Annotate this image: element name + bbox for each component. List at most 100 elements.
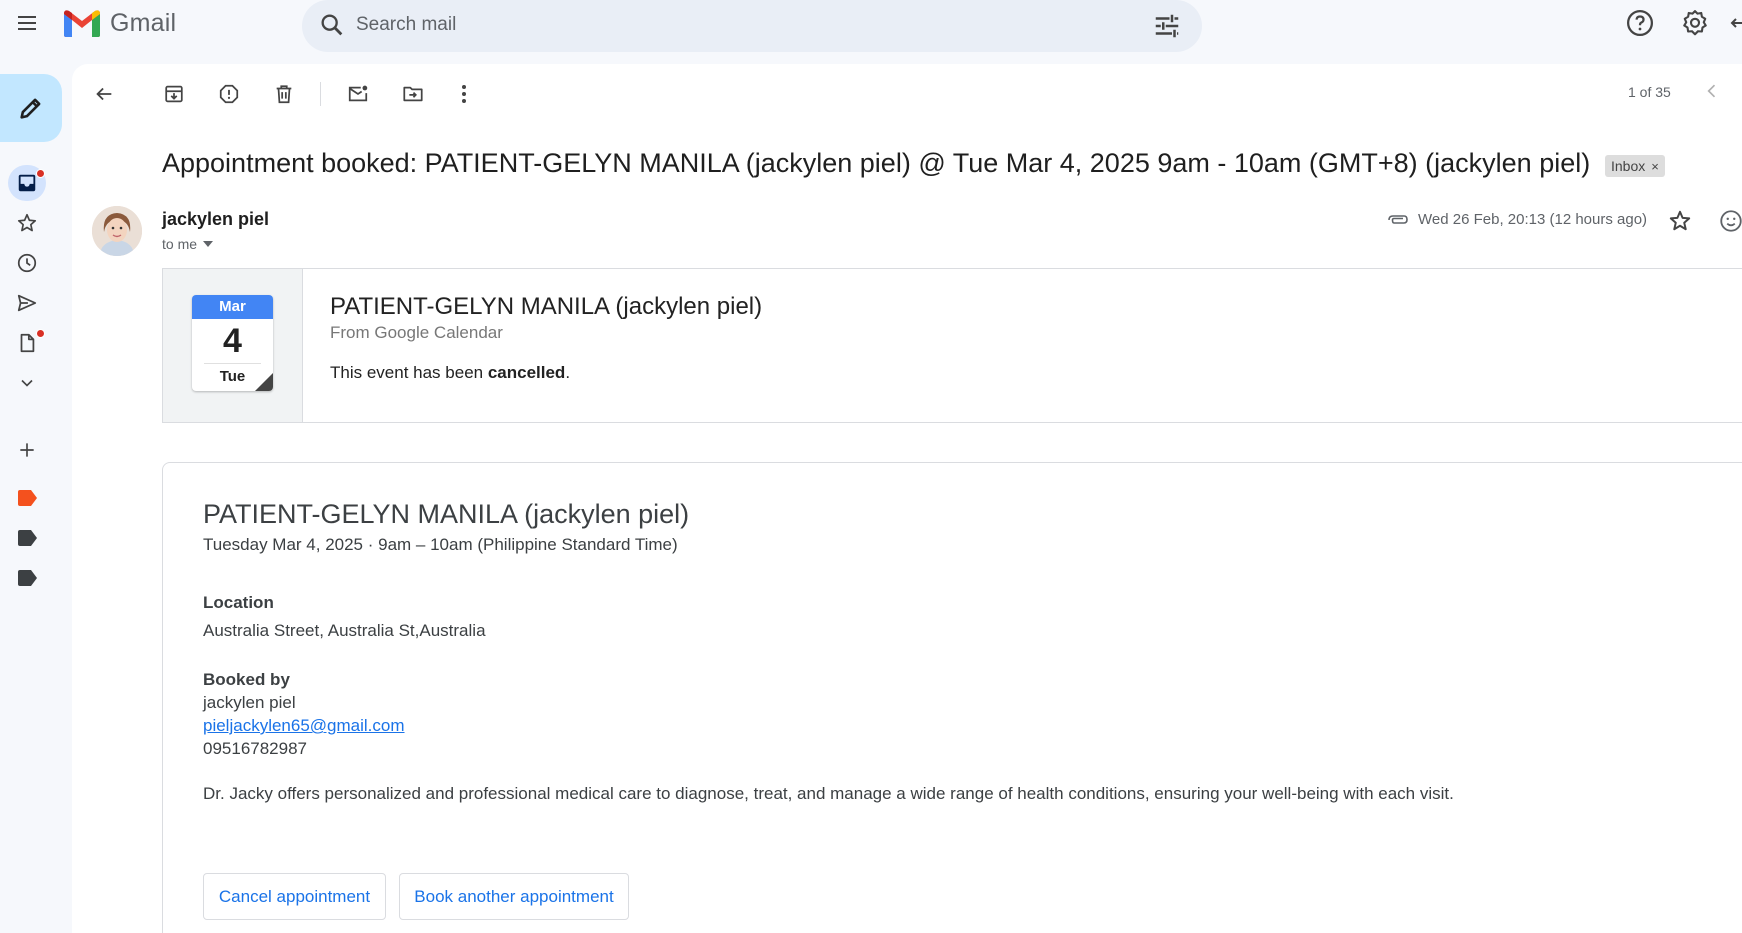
notification-dot (36, 169, 45, 178)
search-input[interactable] (356, 10, 1116, 40)
attachment-icon (1388, 215, 1408, 224)
send-icon (17, 294, 37, 312)
back-button[interactable] (88, 78, 120, 110)
calendar-month: Mar (192, 295, 273, 319)
left-navigation (0, 64, 72, 933)
app-name: Gmail (110, 8, 177, 37)
archive-icon (165, 85, 183, 103)
more-vert-icon (462, 85, 466, 103)
calendar-source: From Google Calendar (330, 323, 503, 342)
mark-unread-button[interactable] (342, 78, 374, 110)
settings-icon (1683, 10, 1707, 36)
sender-avatar[interactable] (92, 206, 142, 256)
calendar-status-message: This event has been cancelled. (330, 363, 570, 383)
cancel-appointment-button[interactable]: Cancel appointment (203, 873, 386, 920)
gmail-logo[interactable]: Gmail (62, 6, 176, 40)
mark-unread-icon (348, 85, 368, 102)
pencil-icon (20, 98, 41, 119)
nav-label-1[interactable] (8, 480, 46, 516)
pager-count: 1 of 35 (1628, 84, 1671, 100)
inbox-icon (18, 174, 36, 192)
message-toolbar: 1 of 35 (72, 64, 1742, 122)
chevron-down-icon (21, 379, 33, 387)
remove-label-button[interactable]: × (1651, 159, 1659, 174)
compose-button[interactable] (0, 74, 62, 142)
star-email-button[interactable] (1667, 208, 1693, 234)
service-description: Dr. Jacky offers personalized and profes… (203, 784, 1454, 803)
nav-sent[interactable] (8, 285, 46, 321)
label-chip-inbox: Inbox × (1605, 155, 1665, 177)
create-label-button[interactable] (8, 432, 46, 468)
nav-label-3[interactable] (8, 560, 46, 596)
move-to-button[interactable] (397, 78, 429, 110)
recipient-text: to me (162, 236, 198, 252)
apps-partial[interactable] (1728, 12, 1742, 34)
book-another-appointment-button[interactable]: Book another appointment (399, 873, 629, 920)
draft-icon (20, 333, 35, 353)
calendar-event-card: Mar 4 Tue PATIENT-GELYN MANILA (jackylen… (162, 268, 1742, 423)
plus-icon (20, 443, 34, 457)
nav-label-2[interactable] (8, 520, 46, 556)
calendar-date-panel: Mar 4 Tue (163, 269, 303, 422)
emoji-icon (1720, 210, 1742, 232)
appointment-time: Tuesday Mar 4, 2025 · 9am – 10am (Philip… (203, 535, 678, 554)
top-bar: Gmail (0, 0, 1742, 64)
settings-button[interactable] (1680, 8, 1710, 38)
booked-by-phone: 09516782987 (203, 739, 308, 758)
support-button[interactable] (1625, 8, 1655, 38)
report-spam-icon (219, 84, 239, 104)
toolbar-divider (320, 82, 321, 106)
main-menu-button[interactable] (11, 7, 43, 39)
location-label: Location (203, 593, 274, 612)
search-icon (321, 14, 343, 36)
star-icon (17, 213, 37, 232)
email-date: Wed 26 Feb, 20:13 (12 hours ago) (1418, 211, 1648, 228)
label-icon (18, 570, 37, 586)
star-icon (1669, 210, 1691, 231)
gmail-logo-icon (64, 10, 100, 37)
email-subject: Appointment booked: PATIENT-GELYN MANILA… (162, 148, 1591, 178)
report-spam-button[interactable] (213, 78, 245, 110)
add-reaction-button[interactable] (1718, 208, 1742, 234)
recipient-details[interactable]: to me (162, 236, 214, 252)
appointment-title: PATIENT-GELYN MANILA (jackylen piel) (203, 499, 690, 529)
status-prefix: This event has been (330, 363, 488, 382)
nav-drafts[interactable] (8, 325, 46, 361)
appointment-details-card: PATIENT-GELYN MANILA (jackylen piel) Tue… (162, 462, 1742, 933)
caret-down-icon (203, 241, 214, 247)
booked-by-name: jackylen piel (203, 693, 296, 712)
nav-starred[interactable] (8, 205, 46, 241)
booked-by-label: Booked by (203, 670, 290, 689)
status-word: cancelled (487, 363, 566, 382)
avatar-photo-icon (92, 206, 142, 256)
calendar-page-fold (255, 373, 273, 391)
move-to-icon (403, 86, 423, 102)
tune-icon (1155, 14, 1179, 38)
label-icon (18, 530, 37, 546)
nav-inbox[interactable] (8, 165, 46, 201)
nav-more[interactable] (8, 365, 46, 401)
message-panel: 1 of 35 Appointment booked: PATIENT-GELY… (72, 64, 1742, 933)
newer-button[interactable] (1702, 80, 1722, 102)
search-bar (302, 0, 1202, 52)
nav-snoozed[interactable] (8, 245, 46, 281)
status-suffix: . (565, 363, 571, 382)
location-value: Australia Street, Australia St,Australia (203, 621, 486, 640)
delete-button[interactable] (268, 78, 300, 110)
notification-dot (36, 329, 45, 338)
search-options-button[interactable] (1152, 11, 1182, 41)
help-icon (1627, 10, 1653, 36)
calendar-event-title: PATIENT-GELYN MANILA (jackylen piel) (330, 293, 763, 320)
archive-button[interactable] (158, 78, 190, 110)
calendar-divider (204, 363, 261, 364)
search-button[interactable] (318, 11, 346, 39)
clock-icon (17, 253, 37, 273)
booked-by-email-link[interactable]: pieljackylen65@gmail.com (203, 716, 405, 736)
calendar-date-icon: Mar 4 Tue (192, 295, 273, 391)
sender-name[interactable]: jackylen piel (162, 209, 269, 230)
calendar-day: 4 (223, 322, 242, 360)
more-options-button[interactable] (448, 78, 480, 110)
chevron-left-icon (1707, 84, 1716, 98)
menu-icon (18, 16, 36, 30)
arrow-left-icon (1730, 18, 1742, 28)
